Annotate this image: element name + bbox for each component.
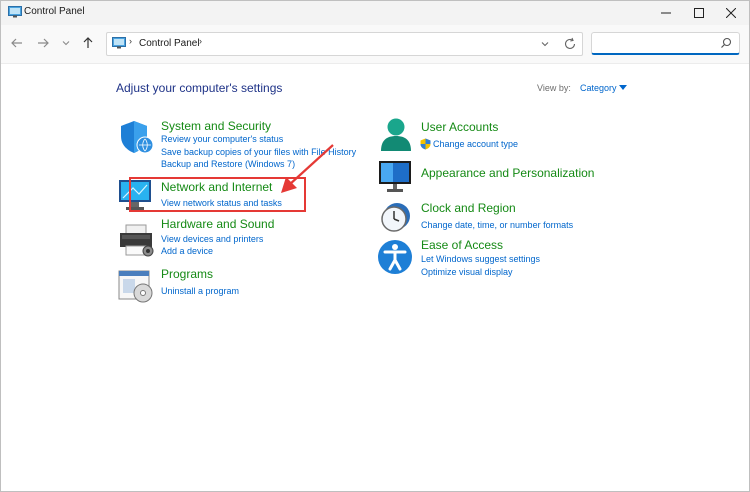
back-button[interactable] [8,34,26,52]
link-devices-printers[interactable]: View devices and printers [161,234,263,244]
appearance-icon[interactable] [377,159,415,195]
up-arrow-icon [83,37,93,48]
search-icon[interactable] [720,37,732,49]
window-title: Control Panel [24,6,85,17]
view-by-dropdown[interactable]: Category [580,83,617,93]
view-by-label: View by: [537,83,571,93]
up-button[interactable] [79,34,97,52]
address-bar[interactable]: › Control Panel › [106,32,583,56]
category-system-and-security[interactable]: System and Security [161,119,271,133]
category-programs[interactable]: Programs [161,267,213,281]
forward-arrow-icon [38,38,49,48]
link-change-account-type[interactable]: Change account type [433,139,518,149]
search-input[interactable] [596,35,714,51]
page-heading: Adjust your computer's settings [116,81,283,95]
breadcrumb-control-panel[interactable]: Control Panel [139,38,200,49]
title-bar: Control Panel [1,1,749,25]
ease-of-access-icon[interactable] [377,239,415,275]
category-user-accounts[interactable]: User Accounts [421,120,498,134]
refresh-icon[interactable] [563,37,577,51]
programs-icon[interactable] [117,269,155,305]
control-panel-window: Control Panel › Control Panel › Adjust y… [0,0,750,492]
user-icon[interactable] [378,117,416,153]
printer-icon[interactable] [118,223,156,259]
minimize-icon [661,12,671,14]
control-panel-icon [8,6,22,18]
dropdown-caret-icon[interactable] [619,85,627,91]
recent-locations-button[interactable] [57,34,75,52]
close-icon [726,8,736,18]
link-network-status[interactable]: View network status and tasks [161,198,282,208]
network-monitor-icon[interactable] [117,178,155,214]
close-button[interactable] [713,1,749,25]
category-hardware-and-sound[interactable]: Hardware and Sound [161,217,274,231]
link-optimize-visual-display[interactable]: Optimize visual display [421,267,513,277]
uac-shield-icon [420,138,431,150]
navigation-bar: › Control Panel › [1,25,749,64]
search-box[interactable] [591,32,740,55]
recent-chevron-icon [62,41,70,46]
link-backup-restore[interactable]: Backup and Restore (Windows 7) [161,159,295,169]
category-ease-of-access[interactable]: Ease of Access [421,238,503,252]
breadcrumb-separator[interactable]: › [199,36,202,46]
link-add-device[interactable]: Add a device [161,246,213,256]
link-file-history[interactable]: Save backup copies of your files with Fi… [161,147,356,157]
breadcrumb-separator[interactable]: › [129,36,132,46]
control-panel-icon [112,37,126,49]
forward-button[interactable] [34,34,52,52]
link-review-status[interactable]: Review your computer's status [161,134,283,144]
address-dropdown-icon[interactable] [539,38,551,50]
link-windows-suggest-settings[interactable]: Let Windows suggest settings [421,254,540,264]
category-network-and-internet[interactable]: Network and Internet [161,180,272,194]
maximize-button[interactable] [681,1,717,25]
link-change-date-time[interactable]: Change date, time, or number formats [421,220,573,230]
maximize-icon [694,8,704,18]
category-clock-and-region[interactable]: Clock and Region [421,201,516,215]
shield-icon[interactable] [118,119,156,155]
link-uninstall-program[interactable]: Uninstall a program [161,286,239,296]
clock-icon[interactable] [377,200,415,236]
category-appearance-and-personalization[interactable]: Appearance and Personalization [421,166,594,180]
minimize-button[interactable] [648,1,684,25]
back-arrow-icon [11,38,22,48]
